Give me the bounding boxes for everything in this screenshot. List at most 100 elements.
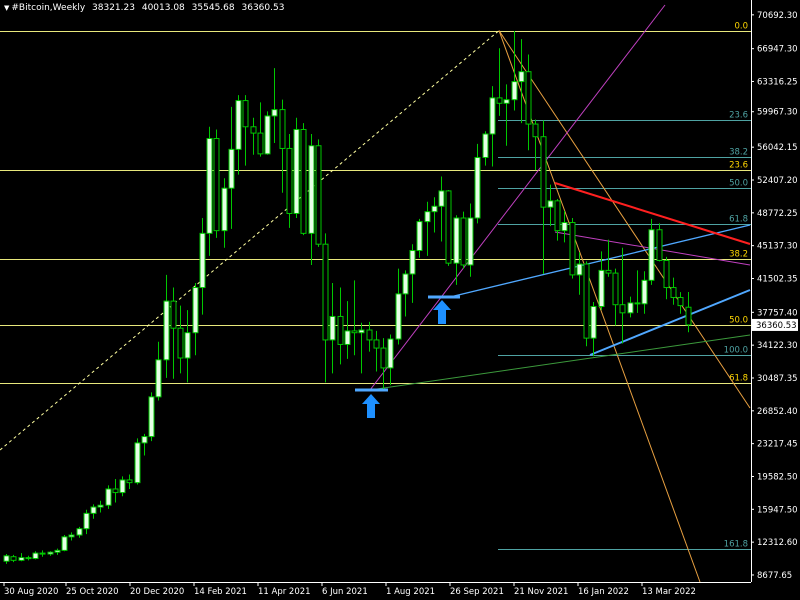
- candle-body: [250, 126, 257, 134]
- price-tick-label: 15947.50: [757, 505, 798, 515]
- candle-body: [228, 148, 235, 189]
- candle-body: [351, 330, 358, 334]
- candle-body: [387, 338, 394, 369]
- candle-body: [366, 329, 373, 341]
- candle-body: [315, 145, 322, 245]
- time-tick-label: 14 Feb 2021: [194, 587, 247, 597]
- candle-body: [264, 115, 271, 155]
- time-tick-label: 21 Nov 2021: [514, 587, 568, 597]
- candle-body: [453, 217, 460, 264]
- fib-level-label: 38.2: [729, 148, 748, 158]
- horizontal-level-label: 38.2: [729, 250, 748, 260]
- candle-body: [257, 132, 264, 155]
- candle-body: [634, 302, 641, 305]
- time-tick-label: 16 Jan 2022: [578, 587, 629, 597]
- candle-body: [467, 217, 474, 266]
- candle-body: [685, 306, 692, 326]
- time-tick-label: 6 Jun 2021: [322, 587, 368, 597]
- candle-body: [525, 71, 532, 125]
- candle-body: [170, 300, 177, 329]
- candle-body: [438, 190, 445, 207]
- candle-body: [482, 133, 489, 158]
- candle-body: [496, 97, 503, 104]
- candle-body: [18, 557, 25, 561]
- triangle-down-icon[interactable]: ▼: [4, 4, 9, 12]
- fib-level-label: 50.0: [729, 179, 748, 189]
- time-tick-label: 30 Aug 2020: [4, 587, 58, 597]
- close-value: 36360.53: [241, 3, 285, 13]
- candle-body: [431, 205, 438, 213]
- candle-body: [199, 232, 206, 289]
- candle-body: [503, 99, 510, 104]
- price-tick-label: 12312.60: [757, 538, 798, 548]
- candle-body: [612, 272, 619, 306]
- price-tick-label: 52407.20: [757, 176, 798, 186]
- candle-body: [619, 304, 626, 314]
- candle-body: [293, 128, 300, 214]
- candle-body: [148, 396, 155, 438]
- candle-body: [663, 259, 670, 289]
- horizontal-level-label: 61.8: [729, 374, 748, 384]
- candle-body: [677, 296, 684, 307]
- candle-body: [105, 488, 112, 506]
- candle-body: [308, 145, 315, 234]
- candle-body: [155, 359, 162, 398]
- chart-window[interactable]: 0.0 23.6 38.2 50.0 61.8 23.6 38.2 50.0 61.8 100.…: [0, 0, 800, 600]
- candle-body: [344, 330, 351, 345]
- fib-level-label: 61.8: [729, 215, 748, 225]
- fib-level-label: 100.0: [724, 346, 748, 356]
- fib-level-label: 161.8: [724, 540, 748, 550]
- current-price-label: 36360.53: [756, 321, 797, 331]
- low-value: 35545.68: [191, 3, 235, 13]
- candle-body: [511, 81, 518, 101]
- open-value: 38321.23: [92, 3, 135, 13]
- candle-body: [460, 217, 467, 266]
- candle-body: [641, 279, 648, 305]
- price-tick-label: 41502.35: [757, 274, 798, 284]
- candle-body: [221, 187, 228, 232]
- candle-body: [402, 273, 409, 295]
- candle-body: [68, 534, 75, 538]
- price-tick-label: 23217.45: [757, 440, 798, 450]
- candle-body: [32, 552, 39, 560]
- candle-body: [569, 222, 576, 276]
- price-tick-label: 63316.25: [757, 77, 798, 87]
- candle-body: [97, 504, 104, 508]
- candle-body: [286, 147, 293, 214]
- fib-level-label: 23.6: [729, 111, 748, 121]
- candle-body: [598, 269, 605, 308]
- price-tick-label: 59967.30: [757, 108, 798, 118]
- candle-body: [54, 549, 61, 553]
- candle-body: [409, 250, 416, 275]
- candle-body: [590, 306, 597, 339]
- candle-body: [134, 442, 141, 484]
- candle-body: [300, 128, 307, 234]
- candle-body: [329, 315, 336, 341]
- price-tick-label: 70692.30: [757, 11, 798, 21]
- candle-body: [3, 555, 10, 562]
- candle-body: [627, 302, 634, 314]
- candle-body: [424, 211, 431, 223]
- candle-body: [235, 100, 242, 150]
- candle-body: [656, 229, 663, 261]
- candle-body: [213, 138, 220, 232]
- candle-body: [576, 263, 583, 276]
- candle-body: [416, 221, 423, 252]
- price-tick-label: 30487.35: [757, 374, 798, 384]
- candle-body: [583, 263, 590, 339]
- candle-body: [337, 315, 344, 345]
- time-tick-label: 26 Sep 2021: [450, 587, 504, 597]
- candle-body: [322, 243, 329, 341]
- price-chart[interactable]: 0.0 23.6 38.2 50.0 61.8 23.6 38.2 50.0 61.8 100.…: [0, 0, 800, 600]
- time-tick-label: 11 Apr 2021: [258, 587, 311, 597]
- time-tick-label: 20 Dec 2020: [130, 587, 184, 597]
- price-tick-label: 37757.40: [757, 308, 798, 318]
- symbol-label: #Bitcoin,Weekly: [11, 3, 86, 13]
- candle-body: [271, 109, 278, 117]
- candle-body: [184, 332, 191, 359]
- candle-body: [279, 109, 286, 149]
- candle-body: [561, 222, 568, 232]
- chart-header: ▼ #Bitcoin,Weekly 38321.23 40013.08 35545…: [4, 3, 288, 13]
- candle-body: [126, 479, 133, 484]
- candle-body: [373, 339, 380, 349]
